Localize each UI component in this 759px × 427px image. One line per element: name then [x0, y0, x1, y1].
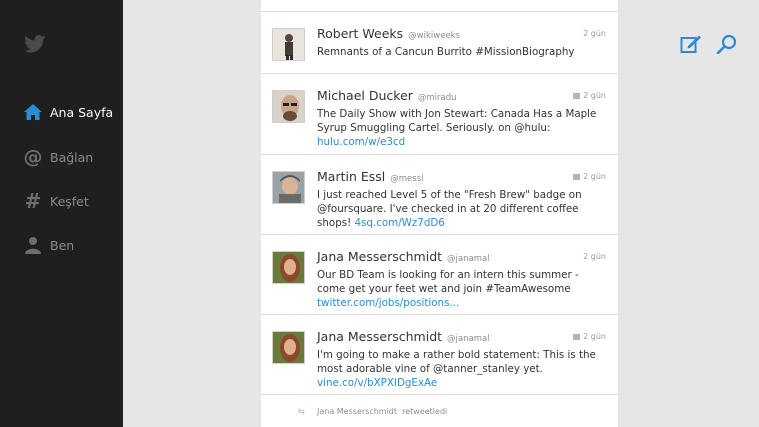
tweet-item[interactable]: Jana Messerschmidt @janamal I'm going to…: [261, 315, 618, 395]
tweet-author-handle[interactable]: @messl: [390, 174, 423, 184]
tweet-body: Robert Weeks @wikiweeks Remnants of a Ca…: [317, 26, 607, 59]
sidebar-item-discover[interactable]: # Keşfet: [22, 189, 122, 213]
person-icon: [22, 234, 44, 256]
tweet-item[interactable]: Jana Messerschmidt @janamal Our BD Team …: [261, 235, 618, 315]
media-icon: [573, 333, 581, 340]
tweet-text: Our BD Team is looking for an intern thi…: [317, 268, 607, 310]
sidebar-item-label: Ben: [50, 237, 75, 253]
tweet-text: The Daily Show with Jon Stewart: Canada …: [317, 107, 607, 149]
sidebar-item-me[interactable]: Ben: [22, 233, 122, 257]
tweet-timestamp: 2 gün: [573, 172, 606, 181]
tweet-time-text: 2 gün: [583, 332, 606, 341]
tweet-timestamp: 2 gün: [573, 91, 606, 100]
avatar[interactable]: [272, 251, 305, 284]
tweet-text-content: Our BD Team is looking for an intern thi…: [317, 269, 579, 295]
tweet-link[interactable]: twitter.com/jobs/positions...: [317, 297, 459, 309]
tweet-body: Jana Messerschmidt @janamal I'm going to…: [317, 329, 607, 390]
hash-icon: #: [24, 189, 42, 213]
avatar[interactable]: [272, 28, 305, 61]
tweet-text-content: Remnants of a Cancun Burrito #MissionBio…: [317, 46, 575, 58]
avatar[interactable]: [272, 90, 305, 123]
tweet-time-text: 2 gün: [583, 29, 606, 38]
top-actions: [680, 34, 738, 54]
tweet-text: I'm going to make a rather bold statemen…: [317, 348, 607, 390]
tweet-timestamp: 2 gün: [573, 332, 606, 341]
sidebar-item-home[interactable]: Ana Sayfa: [22, 100, 122, 124]
avatar[interactable]: [272, 171, 305, 204]
twitter-bird-icon: [24, 35, 46, 53]
sidebar-item-label: Ana Sayfa: [50, 104, 114, 120]
sidebar-item-label: Keşfet: [50, 193, 89, 209]
tweet-link[interactable]: vine.co/v/bXPXIDgExAe: [317, 377, 437, 389]
tweet-author-name[interactable]: Michael Ducker: [317, 88, 413, 103]
tweet-body: Martin Essl @messl I just reached Level …: [317, 169, 607, 230]
tweet-author-name[interactable]: Jana Messerschmidt: [317, 329, 442, 344]
compose-icon[interactable]: [680, 34, 702, 54]
media-icon: [573, 173, 581, 180]
retweet-notice[interactable]: ⇆ Jana Messerschmidt retweetledi: [261, 403, 618, 423]
tweet-author-handle[interactable]: @miradu: [418, 93, 457, 103]
sidebar: Ana Sayfa @ Bağlan # Keşfet Ben: [0, 0, 123, 427]
timeline: Robert Weeks @wikiweeks Remnants of a Ca…: [261, 0, 618, 427]
tweet-text-content: I'm going to make a rather bold statemen…: [317, 349, 596, 375]
tweet-item[interactable]: Michael Ducker @miradu The Daily Show wi…: [261, 74, 618, 155]
tweet-time-text: 2 gün: [583, 91, 606, 100]
tweet-timestamp: 2 gün: [583, 29, 606, 38]
tweet-author-name[interactable]: Robert Weeks: [317, 26, 403, 41]
tweet-link[interactable]: 4sq.com/Wz7dD6: [355, 217, 445, 229]
tweet-text: Remnants of a Cancun Burrito #MissionBio…: [317, 45, 607, 59]
home-icon: [22, 101, 44, 123]
tweet-timestamp: 2 gün: [583, 252, 606, 261]
retweet-action: retweetledi: [402, 407, 448, 416]
tweet-link[interactable]: hulu.com/w/e3cd: [317, 136, 405, 148]
tweet-time-text: 2 gün: [583, 172, 606, 181]
retweet-author[interactable]: Jana Messerschmidt: [317, 407, 397, 416]
tweet-author-name[interactable]: Martin Essl: [317, 169, 385, 184]
tweet-author-handle[interactable]: @janamal: [447, 254, 490, 264]
tweet-text-content: The Daily Show with Jon Stewart: Canada …: [317, 108, 597, 134]
tweet-author-handle[interactable]: @janamal: [447, 334, 490, 344]
tweet-text: I just reached Level 5 of the "Fresh Bre…: [317, 188, 607, 230]
avatar[interactable]: [272, 331, 305, 364]
tweet-body: Michael Ducker @miradu The Daily Show wi…: [317, 88, 607, 149]
tweet-body: Jana Messerschmidt @janamal Our BD Team …: [317, 249, 607, 310]
tweet-author-handle[interactable]: @wikiweeks: [408, 31, 460, 41]
retweet-icon: ⇆: [298, 407, 305, 416]
tweet-item[interactable]: Robert Weeks @wikiweeks Remnants of a Ca…: [261, 12, 618, 74]
tweet-item[interactable]: Martin Essl @messl I just reached Level …: [261, 155, 618, 235]
retweet-text: Jana Messerschmidt retweetledi: [317, 407, 447, 416]
at-icon: @: [23, 145, 43, 168]
tweet-time-text: 2 gün: [583, 252, 606, 261]
sidebar-item-label: Bağlan: [50, 149, 94, 165]
search-icon[interactable]: [716, 34, 738, 54]
sidebar-item-connect[interactable]: @ Bağlan: [22, 145, 122, 169]
tweet-author-name[interactable]: Jana Messerschmidt: [317, 249, 442, 264]
media-icon: [573, 92, 581, 99]
